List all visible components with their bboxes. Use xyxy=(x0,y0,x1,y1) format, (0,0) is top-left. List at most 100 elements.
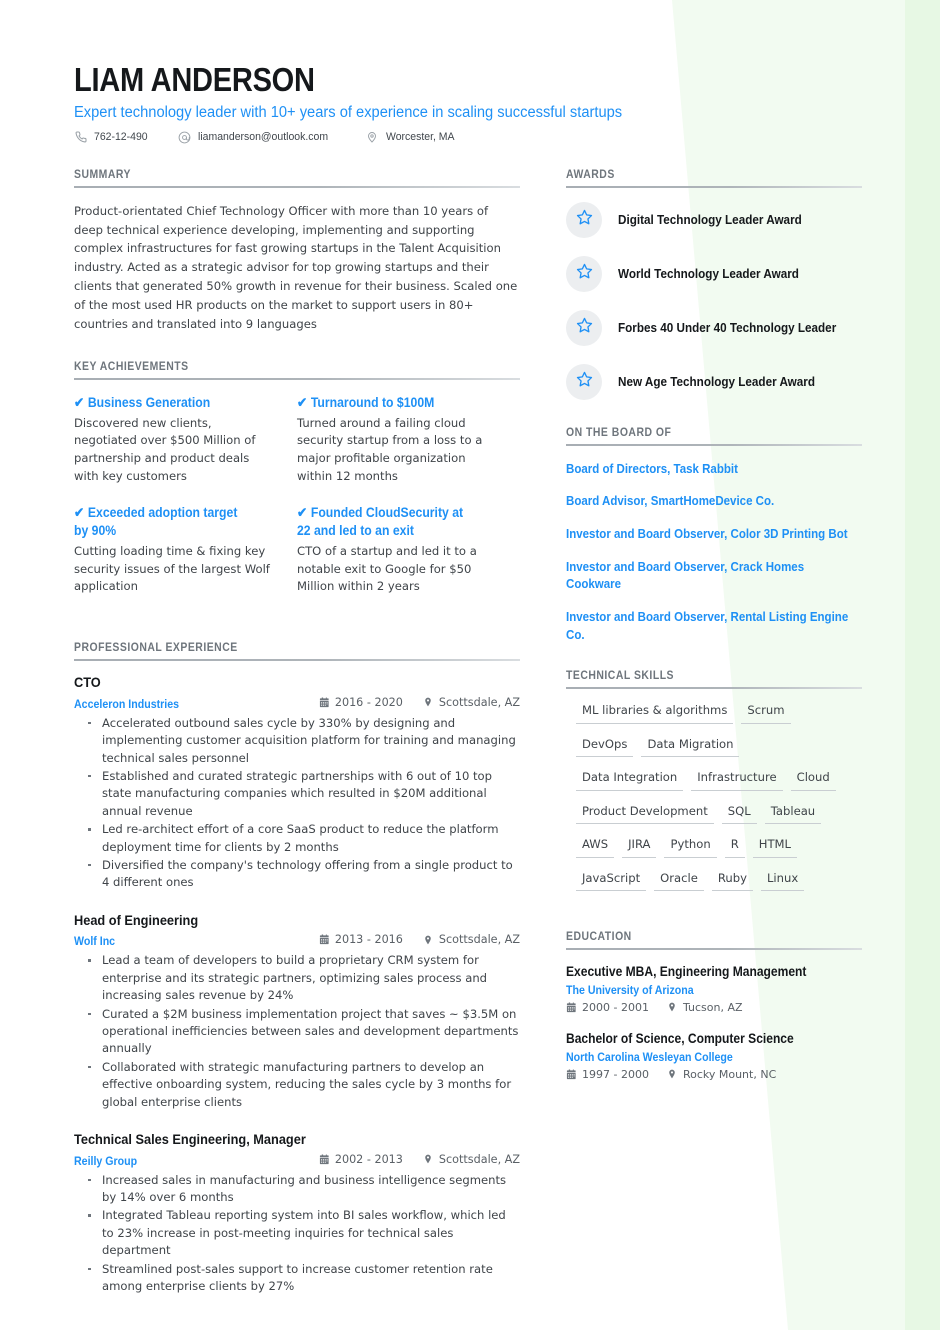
board-item[interactable]: Board of Directors, Task Rabbit xyxy=(566,460,862,478)
education-location: Tucson, AZ xyxy=(667,1001,743,1014)
candidate-name: LIAM ANDERSON xyxy=(74,61,315,98)
job-bullet-list: Accelerated outbound sales cycle by 330%… xyxy=(74,715,520,892)
job-bullet: Lead a team of developers to build a pro… xyxy=(74,952,520,1004)
section-awards: AWARDS Digital Technology Leader Award Wo… xyxy=(566,168,862,400)
content-columns: SUMMARY Product-orientated Chief Technol… xyxy=(74,168,862,1322)
achievement-card: ✔ Business Generation Discovered new clien… xyxy=(74,394,297,486)
job-bullet: Curated a $2M business implementation pr… xyxy=(74,1006,520,1058)
right-column: AWARDS Digital Technology Leader Award Wo… xyxy=(566,168,862,1322)
calendar-icon xyxy=(566,1001,577,1013)
job-bullet: Streamlined post-sales support to increa… xyxy=(74,1261,520,1296)
skill-tag: Scrum xyxy=(741,703,791,724)
award-item: Forbes 40 Under 40 Technology Leader xyxy=(566,309,862,346)
skill-tag: R xyxy=(724,837,745,858)
section-title-key-achievements: KEY ACHIEVEMENTS xyxy=(74,359,189,373)
job-bullet-list: Lead a team of developers to build a pro… xyxy=(74,952,520,1111)
achievement-card: ✔ Founded CloudSecurity at 22 and led to … xyxy=(297,504,520,596)
candidate-tagline: Expert technology leader with 10+ years … xyxy=(74,103,623,121)
job-bullet: Led re-architect effort of a core SaaS p… xyxy=(74,821,520,856)
job-meta-right: 2013 - 2016 Scottsdale, AZ xyxy=(299,933,520,946)
job-location-text: Scottsdale, AZ xyxy=(438,1152,520,1166)
job-dates-text: 2016 - 2020 xyxy=(334,695,403,709)
education-location: Rocky Mount, NC xyxy=(667,1068,776,1081)
achievement-description: Discovered new clients, negotiated over … xyxy=(74,415,256,483)
board-list: Board of Directors, Task Rabbit Board Adv… xyxy=(566,446,862,644)
achievement-card: ✔ Exceeded adoption target by 90% Cutting … xyxy=(74,504,297,596)
skill-tag: Data Migration xyxy=(641,737,740,758)
skill-tag: DevOps xyxy=(576,737,634,758)
job-title: Head of Engineering xyxy=(74,912,199,929)
achievement-heading-text: Founded CloudSecurity at 22 and led to a… xyxy=(297,505,464,539)
board-item[interactable]: Board Advisor, SmartHomeDevice Co. xyxy=(566,492,862,510)
board-item[interactable]: Investor and Board Observer, Color 3D Pr… xyxy=(566,525,862,543)
job-dates: 2013 - 2016 xyxy=(319,933,403,946)
section-title-professional-experience: PROFESSIONAL EXPERIENCE xyxy=(74,641,238,655)
education-school[interactable]: The University of Arizona xyxy=(566,983,832,997)
job-meta: Wolf Inc 2013 - 2016 Scottsdale, AZ xyxy=(74,933,520,948)
award-label: Forbes 40 Under 40 Technology Leader xyxy=(618,319,837,335)
skill-tag: Tableau xyxy=(764,804,822,825)
job-company[interactable]: Wolf Inc xyxy=(74,934,115,948)
job-bullet: Increased sales in manufacturing and bus… xyxy=(74,1172,520,1207)
job-location-text: Scottsdale, AZ xyxy=(438,933,520,947)
skill-tag: Python xyxy=(664,837,717,858)
section-title-technical-skills: TECHNICAL SKILLS xyxy=(566,669,675,683)
board-item[interactable]: Investor and Board Observer, Crack Homes… xyxy=(566,558,862,593)
skill-tag: Data Integration xyxy=(576,770,684,791)
section-title-awards: AWARDS xyxy=(566,167,615,181)
section-title-education: EDUCATION xyxy=(566,930,632,944)
star-icon xyxy=(575,316,594,339)
job-entry: CTO Acceleron Industries 2016 - 2020 Scotts… xyxy=(74,675,520,892)
star-icon xyxy=(575,262,594,285)
award-item: Digital Technology Leader Award xyxy=(566,201,862,238)
contact-location[interactable]: Worcester, MA xyxy=(366,131,460,144)
check-icon: ✔ xyxy=(297,394,308,410)
education-degree: Bachelor of Science, Computer Science xyxy=(566,1030,794,1046)
calendar-icon xyxy=(319,934,330,946)
job-bullet: Diversified the company's technology off… xyxy=(74,857,520,892)
section-technical-skills: TECHNICAL SKILLS ML libraries & algorith… xyxy=(566,669,862,904)
contact-phone-text: 762-12-490 xyxy=(94,131,148,144)
award-item: New Age Technology Leader Award xyxy=(566,363,862,400)
job-meta-right: 2002 - 2013 Scottsdale, AZ xyxy=(299,1153,520,1166)
email-icon xyxy=(178,131,191,144)
job-company[interactable]: Reilly Group xyxy=(74,1154,137,1168)
skill-tag: HTML xyxy=(752,837,798,858)
resume-page: LIAM ANDERSON Expert technology leader w… xyxy=(0,0,940,1330)
contact-phone[interactable]: 762-12-490 xyxy=(74,131,152,144)
board-item[interactable]: Investor and Board Observer, Rental List… xyxy=(566,608,862,643)
skill-tag: ML libraries & algorithms xyxy=(576,703,734,724)
section-board: ON THE BOARD OF Board of Directors, Task… xyxy=(566,426,862,644)
skill-tag: Linux xyxy=(760,871,805,892)
achievement-heading: ✔ Exceeded adoption target by 90% xyxy=(74,504,255,539)
education-location-text: Rocky Mount, NC xyxy=(682,1067,777,1081)
column-gap xyxy=(520,168,566,1322)
star-icon xyxy=(575,208,594,231)
job-dates: 2002 - 2013 xyxy=(319,1153,403,1166)
job-location: Scottsdale, AZ xyxy=(423,1153,520,1166)
skill-tag: Oracle xyxy=(654,871,704,892)
job-location-text: Scottsdale, AZ xyxy=(438,695,520,709)
job-meta: Acceleron Industries 2016 - 2020 Scottsdal… xyxy=(74,696,520,711)
resume-header: LIAM ANDERSON Expert technology leader w… xyxy=(74,62,862,144)
skill-tag: Ruby xyxy=(711,871,753,892)
achievement-card: ✔ Turnaround to $100M Turned around a fail… xyxy=(297,394,520,486)
achievement-heading-text: Turnaround to $100M xyxy=(310,394,435,410)
job-entry: Technical Sales Engineering, Manager Reil… xyxy=(74,1132,520,1295)
achievement-description: CTO of a startup and led it to a notable… xyxy=(297,543,477,594)
contact-email-text: liamanderson@outlook.com xyxy=(198,131,329,144)
skill-tag: AWS xyxy=(576,837,615,858)
education-dates: 2000 - 2001 xyxy=(566,1001,649,1014)
education-school[interactable]: North Carolina Wesleyan College xyxy=(566,1050,832,1064)
job-location: Scottsdale, AZ xyxy=(423,933,520,946)
education-dates-text: 2000 - 2001 xyxy=(582,1000,649,1014)
section-education: EDUCATION Executive MBA, Engineering Man… xyxy=(566,930,862,1081)
location-pin-icon xyxy=(423,1153,434,1165)
location-pin-icon xyxy=(667,1001,678,1013)
job-company[interactable]: Acceleron Industries xyxy=(74,697,179,711)
contact-email[interactable]: liamanderson@outlook.com xyxy=(178,131,339,144)
achievement-description: Turned around a failing cloud security s… xyxy=(297,415,483,483)
education-location-text: Tucson, AZ xyxy=(682,1000,743,1014)
education-degree: Executive MBA, Engineering Management xyxy=(566,964,807,980)
achievement-heading: ✔ Business Generation xyxy=(74,394,255,412)
